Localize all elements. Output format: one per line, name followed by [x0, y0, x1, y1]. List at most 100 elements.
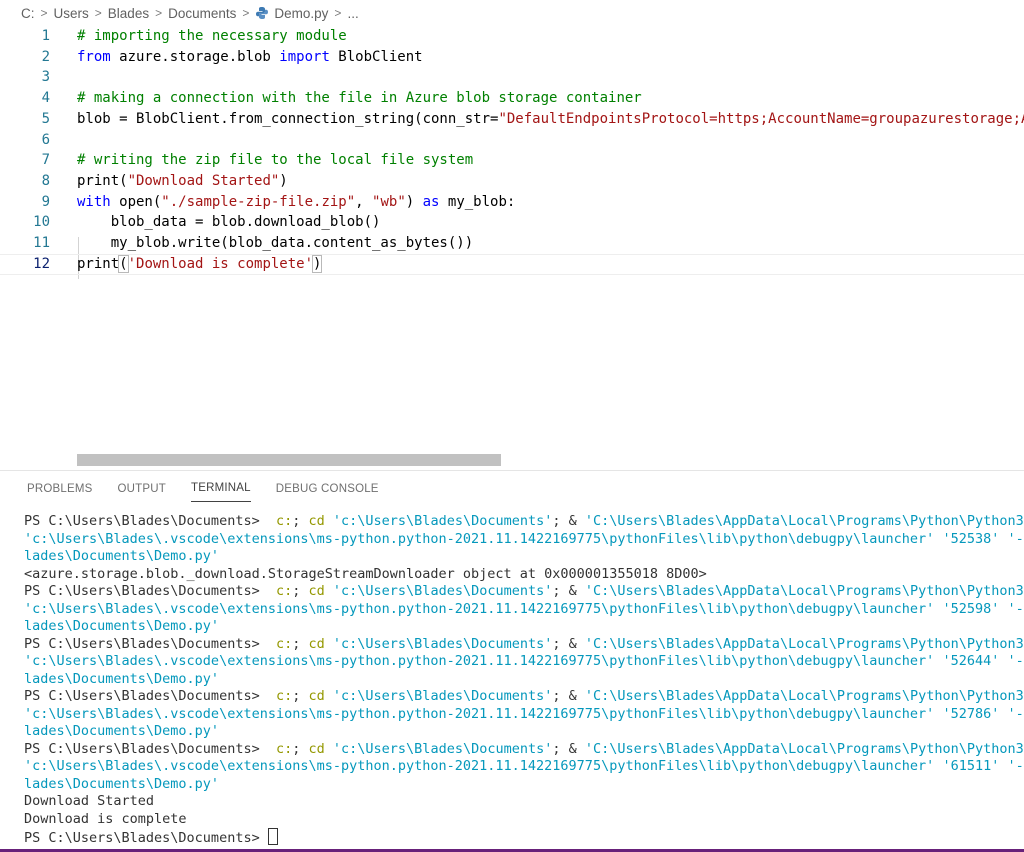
code-token: ) [405, 193, 423, 210]
code-token: print( [77, 172, 128, 189]
code-line[interactable]: 1 # importing the necessary module [0, 26, 1024, 47]
code-token: # importing the necessary module [77, 28, 347, 44]
horizontal-scrollbar[interactable] [77, 454, 501, 466]
terminal-line: 'c:\Users\Blades\.vscode\extensions\ms-p… [24, 601, 1024, 619]
tab-problems[interactable]: PROBLEMS [27, 474, 93, 502]
code-text: # writing the zip file to the local file… [77, 150, 473, 171]
terminal-token: '--' [1007, 600, 1024, 617]
tab-output[interactable]: OUTPUT [118, 474, 166, 502]
terminal-token: PS C:\Users\Blades\Documents> [24, 830, 268, 846]
line-number: 4 [41, 90, 50, 107]
python-file-icon [256, 7, 269, 19]
terminal-line: PS C:\Users\Blades\Documents> c:; cd 'c:… [24, 513, 1024, 531]
code-token: "Download Started" [127, 172, 280, 189]
terminal-token: ; & [552, 583, 585, 599]
chevron-right-icon: > [334, 6, 342, 20]
terminal-line: PS C:\Users\Blades\Documents> [24, 828, 278, 846]
terminal-line: lades\Documents\Demo.py' [24, 723, 219, 741]
terminal-token: 'c:\Users\Blades\.vscode\extensions\ms-p… [24, 705, 935, 722]
code-line[interactable]: 12 print('Download is complete') [0, 254, 1024, 275]
terminal-token: lades\Documents\Demo.py' [24, 548, 220, 564]
terminal-token: 'c:\Users\Blades\.vscode\extensions\ms-p… [24, 530, 935, 547]
terminal-token: '52538' [942, 530, 1000, 547]
code-token: # making a connection with the file in A… [77, 90, 642, 107]
code-line[interactable]: 3 [0, 67, 1024, 88]
terminal-token: 'c:\Users\Blades\Documents' [332, 583, 553, 599]
code-text: # importing the necessary module [77, 26, 347, 47]
terminal-token: 'C:\Users\Blades\AppData\Local\Programs\… [584, 688, 1024, 704]
code-token: my_blob.write(blob_data.content_as_bytes… [77, 235, 474, 251]
terminal-token: '--' [1007, 705, 1024, 722]
code-line[interactable]: 11 my_blob.write(blob_data.content_as_by… [0, 233, 1024, 254]
terminal-token: 'c:\Users\Blades\Documents' [332, 635, 553, 652]
terminal-token: lades\Documents\Demo.py' [24, 618, 220, 634]
code-token: ( [118, 254, 129, 273]
tab-debug-console[interactable]: DEBUG CONSOLE [276, 474, 379, 502]
chevron-right-icon: > [94, 6, 102, 20]
code-token: from [77, 48, 111, 65]
code-line[interactable]: 9 with open("./sample-zip-file.zip", "wb"… [0, 192, 1024, 213]
breadcrumb-users[interactable]: Users [54, 6, 89, 21]
terminal-output[interactable]: PS C:\Users\Blades\Documents> c:; cd 'c:… [0, 513, 1024, 849]
terminal-token: PS C:\Users\Blades\Documents> [24, 740, 276, 757]
terminal-line: PS C:\Users\Blades\Documents> c:; cd 'c:… [24, 636, 1024, 654]
code-line[interactable]: 5 blob = BlobClient.from_connection_strin… [0, 109, 1024, 130]
terminal-token: ; [292, 688, 309, 704]
code-line[interactable]: 2 from azure.storage.blob import BlobClie… [0, 47, 1024, 68]
terminal-token: '61511' [942, 758, 1000, 774]
terminal-token: PS C:\Users\Blades\Documents> [24, 583, 276, 599]
terminal-cursor [267, 828, 278, 845]
terminal-token: '--' [1007, 530, 1024, 547]
terminal-line: lades\Documents\Demo.py' [24, 618, 219, 636]
terminal-token: 'c:\Users\Blades\Documents' [332, 513, 553, 529]
line-number: 6 [41, 131, 50, 148]
code-text: # making a connection with the file in A… [77, 88, 642, 109]
terminal-token: cd [308, 740, 325, 757]
code-line[interactable]: 10 blob_data = blob.download_blob() [0, 212, 1024, 233]
code-token: 'Download is complete' [127, 255, 314, 272]
breadcrumb-user[interactable]: Blades [108, 6, 149, 21]
breadcrumb-more[interactable]: ... [347, 6, 358, 21]
terminal-line: 'c:\Users\Blades\.vscode\extensions\ms-p… [24, 758, 1024, 776]
code-token: , [355, 193, 373, 210]
terminal-token: ; [292, 583, 309, 599]
code-token: blob = BlobClient.from_connection_string… [77, 110, 499, 127]
code-line[interactable]: 7 # writing the zip file to the local fil… [0, 150, 1024, 171]
breadcrumb: C: > Users > Blades > Documents > Demo.p… [0, 0, 1024, 26]
code-text: blob_data = blob.download_blob() [77, 212, 381, 233]
code-token: my_blob: [439, 193, 516, 210]
terminal-line: lades\Documents\Demo.py' [24, 671, 219, 689]
code-editor[interactable]: 1 # importing the necessary module 2 from a… [0, 26, 1024, 466]
terminal-token: Download Started [24, 793, 155, 809]
chevron-right-icon: > [242, 6, 250, 20]
terminal-token: cd [308, 583, 325, 599]
terminal-line: PS C:\Users\Blades\Documents> c:; cd 'c:… [24, 688, 1024, 706]
code-line[interactable]: 8 print("Download Started") [0, 171, 1024, 192]
terminal-token: c: [275, 740, 293, 757]
line-number: 3 [41, 69, 50, 86]
terminal-token: '--' [1007, 653, 1024, 669]
code-token: # writing the zip file to the local file… [77, 152, 474, 169]
terminal-token: PS C:\Users\Blades\Documents> [24, 688, 276, 704]
code-text: my_blob.write(blob_data.content_as_bytes… [77, 233, 473, 254]
code-text: print("Download Started") [77, 171, 288, 192]
code-token: open( [110, 193, 162, 210]
code-line[interactable]: 6 [0, 130, 1024, 151]
tab-terminal[interactable]: TERMINAL [191, 473, 251, 502]
line-number: 10 [33, 214, 50, 231]
breadcrumb-folder[interactable]: Documents [168, 6, 236, 21]
terminal-token: '--' [1007, 758, 1024, 774]
terminal-token: 'c:\Users\Blades\Documents' [332, 688, 553, 704]
terminal-line: 'c:\Users\Blades\.vscode\extensions\ms-p… [24, 706, 1024, 724]
terminal-token: ; & [552, 688, 585, 704]
terminal-token: '52786' [942, 705, 1000, 722]
panel-tabs: PROBLEMS OUTPUT TERMINAL DEBUG CONSOLE [0, 470, 1024, 504]
breadcrumb-drive[interactable]: C: [21, 6, 35, 21]
breadcrumb-file[interactable]: Demo.py [274, 6, 328, 21]
code-line[interactable]: 4 # making a connection with the file in … [0, 88, 1024, 109]
code-text: from azure.storage.blob import BlobClien… [77, 47, 423, 68]
